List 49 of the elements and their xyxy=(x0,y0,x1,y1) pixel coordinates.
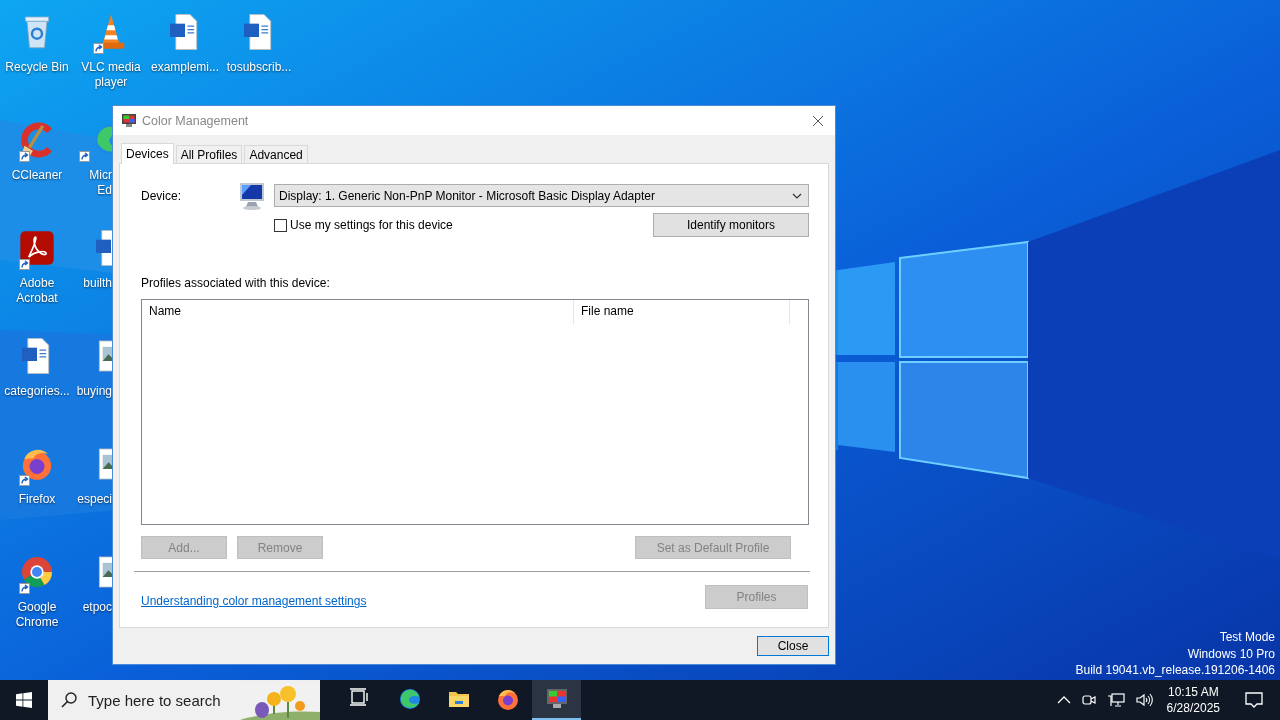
checkbox[interactable] xyxy=(274,218,287,232)
device-dropdown[interactable]: Display: 1. Generic Non-PnP Monitor - Microsoft Basic Display Adapter xyxy=(274,184,809,207)
profiles-list[interactable]: Name File name xyxy=(141,299,809,525)
icon-label[interactable]: CCleaner xyxy=(11,168,63,183)
icon-label[interactable]: Adobe Acrobat xyxy=(16,276,58,306)
caret-icon xyxy=(792,192,802,199)
tab[interactable]: Advanced xyxy=(244,145,308,163)
notification-icon[interactable] xyxy=(1244,690,1264,710)
volume-icon[interactable] xyxy=(1134,692,1153,708)
icon-label[interactable]: Firefox xyxy=(18,492,56,507)
identify-monitors-button[interactable]: Identify monitors xyxy=(653,213,809,237)
pdf-icon[interactable] xyxy=(17,228,57,268)
monitor-icon xyxy=(544,687,569,711)
swirl-icon xyxy=(397,687,422,711)
monitor-icon xyxy=(121,112,137,129)
close-icon xyxy=(812,114,824,127)
icon-label[interactable]: especi xyxy=(77,492,112,507)
icon-label[interactable]: etpoc xyxy=(82,600,112,615)
clock-date[interactable]: 6/28/2025 xyxy=(1166,700,1220,716)
monitor-icon xyxy=(237,180,267,211)
network-icon[interactable] xyxy=(1106,692,1125,708)
system-info-text: Test Mode xyxy=(1218,629,1275,646)
chevron-up-icon[interactable] xyxy=(1056,696,1071,704)
tab[interactable]: Devices xyxy=(121,143,174,164)
icon-label[interactable]: buying xyxy=(76,384,112,399)
taskbar-app-button[interactable] xyxy=(532,680,581,720)
icon-label[interactable]: Recycle Bin xyxy=(5,60,69,75)
icon-label[interactable]: builth xyxy=(83,276,112,291)
icon-label[interactable]: examplemi... xyxy=(151,60,219,75)
icon-label[interactable]: tosubscrib... xyxy=(226,60,292,75)
column-header[interactable]: Name xyxy=(142,300,574,324)
icon-label[interactable]: categories... xyxy=(4,384,70,399)
column-header[interactable]: File name xyxy=(574,300,790,324)
tab[interactable]: All Profiles xyxy=(175,145,243,163)
windows-logo-icon xyxy=(16,692,32,708)
field-label: Device: xyxy=(141,188,182,203)
icon-label[interactable]: Google Chrome xyxy=(15,600,59,630)
checkbox-label[interactable]: Use my settings for this device xyxy=(290,218,453,232)
section-label: Profiles associated with this device: xyxy=(141,276,331,290)
system-info-text: Build 19041.vb_release.191206-1406 xyxy=(1075,662,1275,679)
icon-label[interactable]: VLC media player xyxy=(81,60,141,90)
browser-icon xyxy=(495,687,520,711)
camera-icon[interactable] xyxy=(1080,692,1097,708)
window-title: Color Management xyxy=(142,113,250,128)
help-link[interactable]: Understanding color management settings xyxy=(141,594,367,608)
clock-time[interactable]: 10:15 AM xyxy=(1166,684,1220,700)
close-button[interactable]: Close xyxy=(757,636,829,656)
icon-label[interactable]: Micr Ed xyxy=(89,168,112,198)
system-info-text: Windows 10 Pro xyxy=(1186,645,1275,662)
